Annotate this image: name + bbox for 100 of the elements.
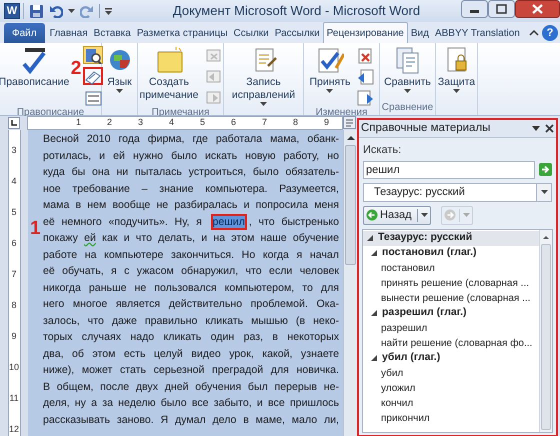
scroll-up-icon[interactable] <box>346 134 356 142</box>
check-mark-icon <box>20 46 48 74</box>
scrollbar[interactable] <box>539 230 552 432</box>
document-check-icon <box>316 46 344 74</box>
ruler-number: 1 <box>74 116 82 130</box>
thesaurus-heading: Тезаурус: русский <box>378 230 472 246</box>
selected-word: решил <box>212 216 245 228</box>
restore-button[interactable] <box>488 0 515 18</box>
text-line: торых случаях надо кликать один раз, в некоторых <box>43 330 339 345</box>
synonym-item[interactable]: убил <box>381 366 404 380</box>
group-caption: Сравнение <box>380 101 434 115</box>
text-line: куда бы она ни пыталась устроиться, было обязатель- <box>43 165 339 180</box>
window-title: Документ Microsoft Word - Microsoft Word <box>172 2 422 20</box>
ruler-number: 11 <box>9 392 19 405</box>
ruler-number: 8 <box>292 116 299 130</box>
synonym-item[interactable]: принять решение (словарная ... <box>381 276 529 290</box>
book-magnifier-icon <box>84 46 102 64</box>
ruler-number: 5 <box>198 116 206 130</box>
synonym-item[interactable]: разрешил <box>381 320 428 336</box>
ruler-number: 5 <box>11 206 16 219</box>
ribbon-tab[interactable]: Рецензирование <box>322 22 408 43</box>
text-line: ротилась, и ей нужно было искать новую работу, но <box>43 148 339 164</box>
meaning-heading: разрешил (глаг.) <box>382 305 467 320</box>
ribbon-button[interactable]: Сравнить <box>383 46 432 93</box>
ribbon-tab[interactable]: Вид <box>408 23 432 43</box>
ruler-number: 4 <box>11 175 16 188</box>
app-logo: W <box>4 3 20 19</box>
ruler-number: 10 <box>8 361 19 374</box>
view-ruler-icon[interactable] <box>343 116 357 129</box>
minimize-button[interactable] <box>461 0 488 18</box>
ribbon-tab[interactable]: ABBYY Translation <box>432 23 523 43</box>
ribbon-tab[interactable]: Рассылки <box>272 23 323 43</box>
synonym-item[interactable]: постановил <box>381 260 435 276</box>
ruler-number: 7 <box>11 268 16 281</box>
close-button[interactable] <box>515 0 560 18</box>
expanded-arrow-icon[interactable] <box>371 355 377 361</box>
ribbon-tab[interactable]: Вставка <box>90 23 134 43</box>
back-button[interactable]: Назад <box>363 206 431 224</box>
text-line: её немного «подучить». Ну, я решил , что быстренько <box>43 214 339 230</box>
synonym-item[interactable]: кончил <box>381 396 414 410</box>
undo-icon[interactable] <box>49 4 63 18</box>
dropdown-caret-icon <box>420 213 428 217</box>
meaning-heading: убил (глаг.) <box>382 350 440 366</box>
collapse-ribbon-icon[interactable] <box>529 29 539 37</box>
group-caption: Правописание <box>16 106 86 118</box>
flagged-word: ей <box>84 232 96 244</box>
text-line: Весной 2010 года фирма, где работала мама, обанк- <box>43 132 339 147</box>
previous-change-icon <box>356 68 374 84</box>
expanded-arrow-icon[interactable] <box>367 235 373 241</box>
expanded-arrow-icon[interactable] <box>371 310 377 316</box>
note-icon <box>155 46 183 74</box>
help-button[interactable]: ? <box>542 25 558 41</box>
scrollbar[interactable] <box>343 130 357 436</box>
ribbon-button[interactable]: Запись исправлений <box>224 46 303 106</box>
reject-icon <box>356 46 374 64</box>
file-tab[interactable]: Файл <box>4 23 45 43</box>
synonym-item[interactable]: вынести решение (словарная ... <box>381 290 530 306</box>
expanded-arrow-icon[interactable] <box>371 250 377 256</box>
ribbon-button[interactable]: Язык <box>104 46 134 93</box>
synonym-item[interactable]: уложил <box>381 380 416 396</box>
ribbon-button[interactable]: Защита <box>436 46 476 93</box>
ruler-number: 7 <box>260 116 268 130</box>
text-line: него многое является действительно проблемой. Ока- <box>43 297 339 312</box>
next-change-icon <box>356 88 374 106</box>
caret-icon <box>462 213 470 217</box>
text-line: рассказывать заново. Я думал дело в маме, мало ли, <box>43 412 339 428</box>
ribbon-tab[interactable]: Ссылки <box>230 23 272 43</box>
ribbon-tab[interactable]: Разметка страницы <box>134 23 231 43</box>
pane-menu-icon[interactable] <box>532 126 540 131</box>
ruler-number: 3 <box>136 116 144 130</box>
dropdown-caret-icon <box>540 190 548 194</box>
source-dropdown[interactable]: Тезаурус: русский <box>363 182 552 202</box>
scroll-up-icon[interactable] <box>542 234 550 240</box>
save-icon[interactable] <box>29 4 44 18</box>
start-search-button[interactable] <box>539 163 552 176</box>
forward-arrow-icon <box>444 209 456 221</box>
text-line: деля, ну а за неделю было все забыто, и все пришлось <box>43 396 339 411</box>
callout-number: 1 <box>30 219 41 238</box>
synonym-item[interactable]: прикончил <box>381 410 430 426</box>
text-line: ное требование – знание компьютера. Разумеется, <box>43 182 339 196</box>
close-icon[interactable] <box>545 124 554 133</box>
ruler-number: 6 <box>230 116 237 130</box>
ribbon-tab[interactable]: Главная <box>46 23 91 43</box>
pane-title: Справочные материалы <box>361 120 492 136</box>
group-caption: Изменения <box>314 106 368 118</box>
text-line: два, об этом есть целуй видео урок, какой, узнаете <box>43 346 339 362</box>
ribbon-button[interactable]: Создать примечание <box>138 46 200 102</box>
synonym-item[interactable]: найти решение (словарная фо... <box>381 336 532 350</box>
tab-stop-icon[interactable] <box>8 117 20 129</box>
back-arrow-icon <box>366 209 378 221</box>
text-line: ниже), может стать серьезной преградой для новичка. <box>43 363 339 378</box>
ribbon-button[interactable]: Принять <box>308 46 352 93</box>
toolbar-icon-button[interactable] <box>83 46 104 64</box>
group-caption: Примечания <box>150 106 210 118</box>
customize-menu-icon[interactable] <box>105 8 112 14</box>
meaning-heading: постановил (глаг.) <box>382 245 477 260</box>
ruler-number: 2 <box>106 116 113 130</box>
search-field[interactable]: решил <box>363 160 535 178</box>
next-comment-icon <box>204 88 222 106</box>
undo-menu-icon <box>68 9 75 13</box>
